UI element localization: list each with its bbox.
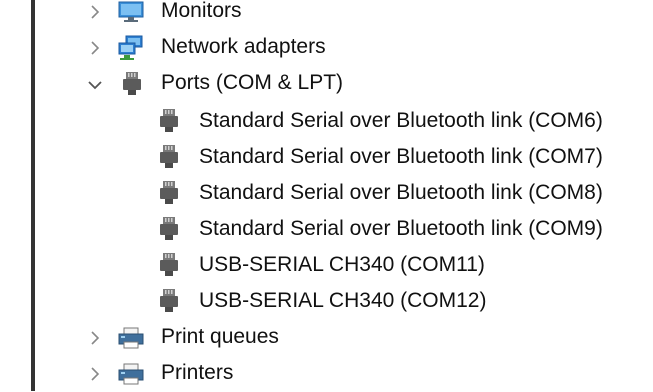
chevron-right-icon[interactable] [86,3,104,21]
tree-item-com6[interactable]: Standard Serial over Bluetooth link (COM… [0,103,653,139]
chevron-right-icon[interactable] [86,329,104,347]
tree-item-com8[interactable]: Standard Serial over Bluetooth link (COM… [0,175,653,211]
chevron-right-icon[interactable] [86,39,104,57]
tree-item-label: Standard Serial over Bluetooth link (COM… [199,217,603,240]
port-connector-icon [158,288,180,314]
tree-item-com11[interactable]: USB-SERIAL CH340 (COM11) [0,247,653,283]
tree-item-label: Standard Serial over Bluetooth link (COM… [199,181,603,204]
tree-item-print-queues[interactable]: Print queues [0,320,653,356]
monitor-icon [118,0,144,25]
tree-item-label: Print queues [161,325,279,348]
chevron-down-icon[interactable] [86,76,104,94]
tree-item-printers[interactable]: Printers [0,356,653,392]
tree-item-ports[interactable]: Ports (COM & LPT) [0,66,653,102]
chevron-right-icon[interactable] [86,365,104,383]
network-adapter-icon [118,35,144,61]
tree-item-label: USB-SERIAL CH340 (COM12) [199,289,487,312]
tree-item-com12[interactable]: USB-SERIAL CH340 (COM12) [0,283,653,319]
tree-item-label: Monitors [161,0,242,22]
tree-item-label: Ports (COM & LPT) [161,71,344,94]
port-connector-icon [158,144,180,170]
tree-item-com7[interactable]: Standard Serial over Bluetooth link (COM… [0,139,653,175]
printer-icon [118,361,144,387]
device-tree: Monitors Network adapters Ports (COM & L… [0,0,653,391]
tree-item-label: USB-SERIAL CH340 (COM11) [199,253,485,276]
tree-item-label: Standard Serial over Bluetooth link (COM… [199,145,603,168]
port-connector-icon [158,216,180,242]
tree-item-network-adapters[interactable]: Network adapters [0,30,653,66]
port-connector-icon [158,108,180,134]
port-connector-icon [158,252,180,278]
port-connector-icon [158,180,180,206]
tree-item-label: Standard Serial over Bluetooth link (COM… [199,109,603,132]
tree-item-label: Printers [161,361,234,384]
tree-item-com9[interactable]: Standard Serial over Bluetooth link (COM… [0,211,653,247]
port-connector-icon [121,71,143,97]
tree-item-monitors[interactable]: Monitors [0,0,653,30]
tree-item-label: Network adapters [161,35,326,58]
printer-icon [118,325,144,351]
